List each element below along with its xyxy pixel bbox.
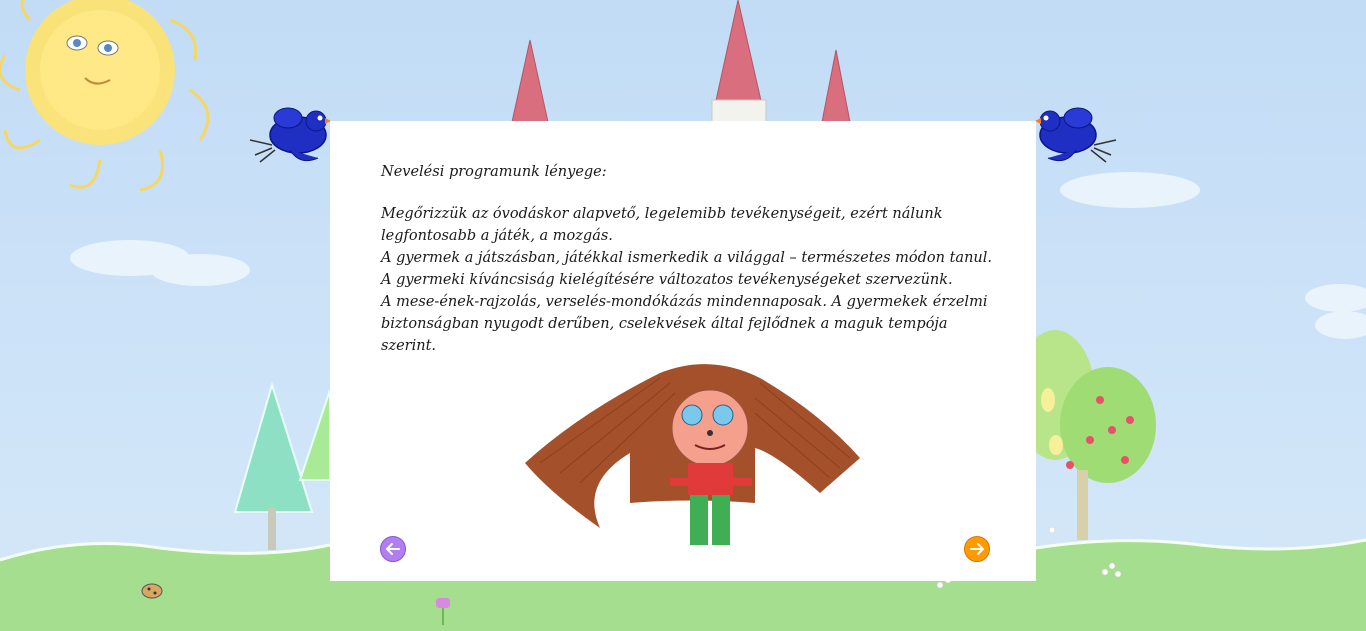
content-panel: Nevelési programunk lényege: Megőrizzük … [330,121,1036,581]
previous-page-button[interactable] [380,536,406,562]
text-block: Nevelési programunk lényege: Megőrizzük … [381,161,996,357]
page-heading: Nevelési programunk lényege: [381,164,607,180]
arrow-right-circle-icon [970,543,984,555]
paragraph-2: A gyermek a játszásban, játékkal ismerke… [381,250,993,288]
ladybug-icon [141,583,163,599]
next-page-button[interactable] [964,536,990,562]
paragraph-1: Megőrizzük az óvodáskor alapvető, legele… [381,206,943,244]
child-drawing-image [525,364,860,545]
paragraph-3: A mese-ének-rajzolás, verselés-mondókázá… [381,294,988,354]
arrow-left-circle-icon [386,543,400,555]
